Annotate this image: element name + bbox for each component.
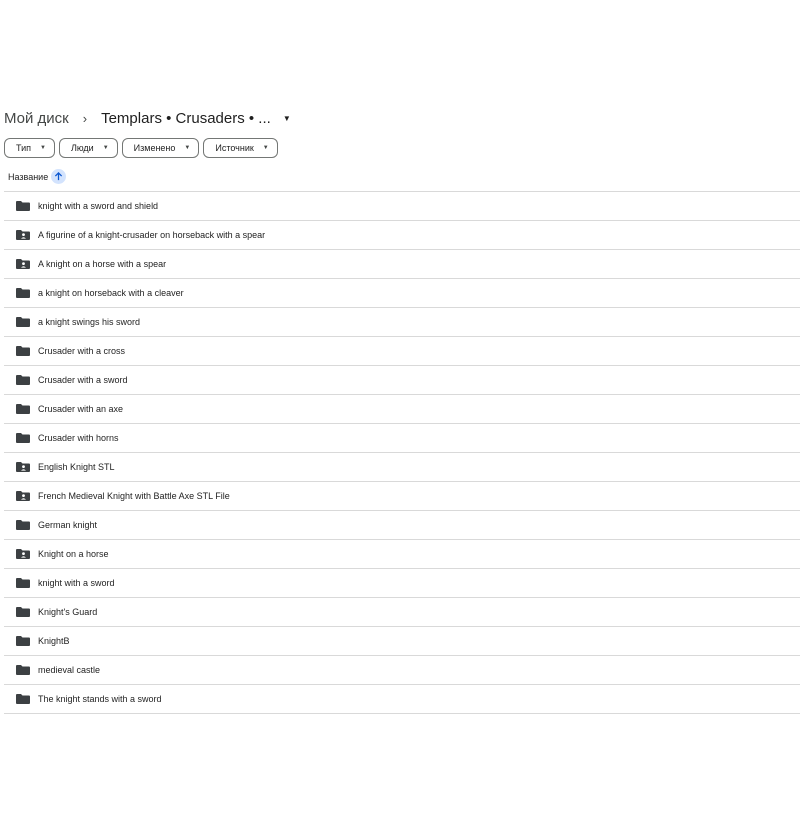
name-column-label: Название: [8, 171, 49, 182]
file-name: Crusader with a sword: [38, 375, 128, 385]
caret-down-icon: ▼: [262, 145, 269, 151]
file-name: Crusader with a cross: [38, 346, 126, 356]
breadcrumb: Мой диск › Templars • Crusaders • ... ▼: [4, 106, 291, 130]
file-row[interactable]: medieval castle: [4, 656, 800, 685]
filter-label: Тип: [16, 143, 32, 153]
file-row[interactable]: knight with a sword: [4, 569, 800, 598]
file-row[interactable]: Crusader with a cross: [4, 337, 800, 366]
folder-icon: [16, 694, 30, 704]
file-row[interactable]: The knight stands with a sword: [4, 685, 800, 714]
name-column-header[interactable]: Название: [8, 169, 67, 184]
file-name: A knight on a horse with a spear: [38, 259, 167, 269]
file-name: medieval castle: [38, 665, 101, 675]
shared-folder-icon: [16, 462, 30, 472]
file-row[interactable]: Crusader with horns: [4, 424, 800, 453]
file-name: Knight's Guard: [38, 607, 98, 617]
filter-label: Люди: [70, 143, 94, 153]
folder-icon: [16, 665, 30, 675]
file-row[interactable]: Knight's Guard: [4, 598, 800, 627]
file-row[interactable]: knight with a sword and shield: [4, 192, 800, 221]
filter-type-chip[interactable]: Тип ▼: [4, 138, 55, 158]
caret-down-icon: ▼: [184, 145, 191, 151]
filter-label: Изменено: [133, 143, 176, 153]
folder-icon: [16, 433, 30, 443]
folder-icon: [16, 404, 30, 414]
file-row[interactable]: English Knight STL: [4, 453, 800, 482]
shared-folder-icon: [16, 491, 30, 501]
folder-icon: [16, 375, 30, 385]
file-name: English Knight STL: [38, 462, 115, 472]
file-name: a knight swings his sword: [38, 317, 141, 327]
folder-icon: [16, 317, 30, 327]
file-list: knight with a sword and shield A figurine…: [4, 191, 800, 714]
file-row[interactable]: a knight on horseback with a cleaver: [4, 279, 800, 308]
file-name: The knight stands with a sword: [38, 694, 162, 704]
file-name: A figurine of a knight-crusader on horse…: [38, 230, 266, 240]
file-row[interactable]: A knight on a horse with a spear: [4, 250, 800, 279]
file-name: French Medieval Knight with Battle Axe S…: [38, 491, 230, 501]
file-name: German knight: [38, 520, 98, 530]
drive-page: Мой диск › Templars • Crusaders • ... ▼ …: [0, 0, 800, 820]
file-row[interactable]: German knight: [4, 511, 800, 540]
file-name: knight with a sword and shield: [38, 201, 159, 211]
file-name: Crusader with an axe: [38, 404, 124, 414]
file-row[interactable]: Crusader with a sword: [4, 366, 800, 395]
file-name: Crusader with horns: [38, 433, 119, 443]
filter-label: Источник: [215, 143, 254, 153]
file-row[interactable]: a knight swings his sword: [4, 308, 800, 337]
caret-down-icon: ▼: [102, 145, 109, 151]
sort-button[interactable]: [51, 169, 67, 184]
caret-down-icon[interactable]: ▼: [283, 114, 291, 123]
folder-icon: [16, 288, 30, 298]
breadcrumb-root[interactable]: Мой диск: [4, 110, 69, 127]
file-row[interactable]: French Medieval Knight with Battle Axe S…: [4, 482, 800, 511]
shared-folder-icon: [16, 549, 30, 559]
file-row[interactable]: Crusader with an axe: [4, 395, 800, 424]
shared-folder-icon: [16, 230, 30, 240]
file-row[interactable]: A figurine of a knight-crusader on horse…: [4, 221, 800, 250]
folder-icon: [16, 636, 30, 646]
folder-icon: [16, 346, 30, 356]
file-name: Knight on a horse: [38, 549, 109, 559]
shared-folder-icon: [16, 259, 30, 269]
file-row[interactable]: Knight on a horse: [4, 540, 800, 569]
filter-modified-chip[interactable]: Изменено ▼: [121, 138, 200, 158]
breadcrumb-separator: ›: [82, 110, 88, 126]
folder-icon: [16, 578, 30, 588]
filter-bar: Тип ▼ Люди ▼ Изменено ▼ Источник ▼: [4, 138, 278, 158]
breadcrumb-current-folder[interactable]: Templars • Crusaders • ...: [101, 110, 271, 127]
file-name: knight with a sword: [38, 578, 115, 588]
file-name: KnightB: [38, 636, 70, 646]
arrow-up-icon: [55, 172, 63, 181]
file-row[interactable]: KnightB: [4, 627, 800, 656]
filter-source-chip[interactable]: Источник ▼: [203, 138, 278, 158]
folder-icon: [16, 520, 30, 530]
folder-icon: [16, 607, 30, 617]
filter-people-chip[interactable]: Люди ▼: [58, 138, 118, 158]
folder-icon: [16, 201, 30, 211]
file-name: a knight on horseback with a cleaver: [38, 288, 184, 298]
caret-down-icon: ▼: [40, 145, 46, 151]
